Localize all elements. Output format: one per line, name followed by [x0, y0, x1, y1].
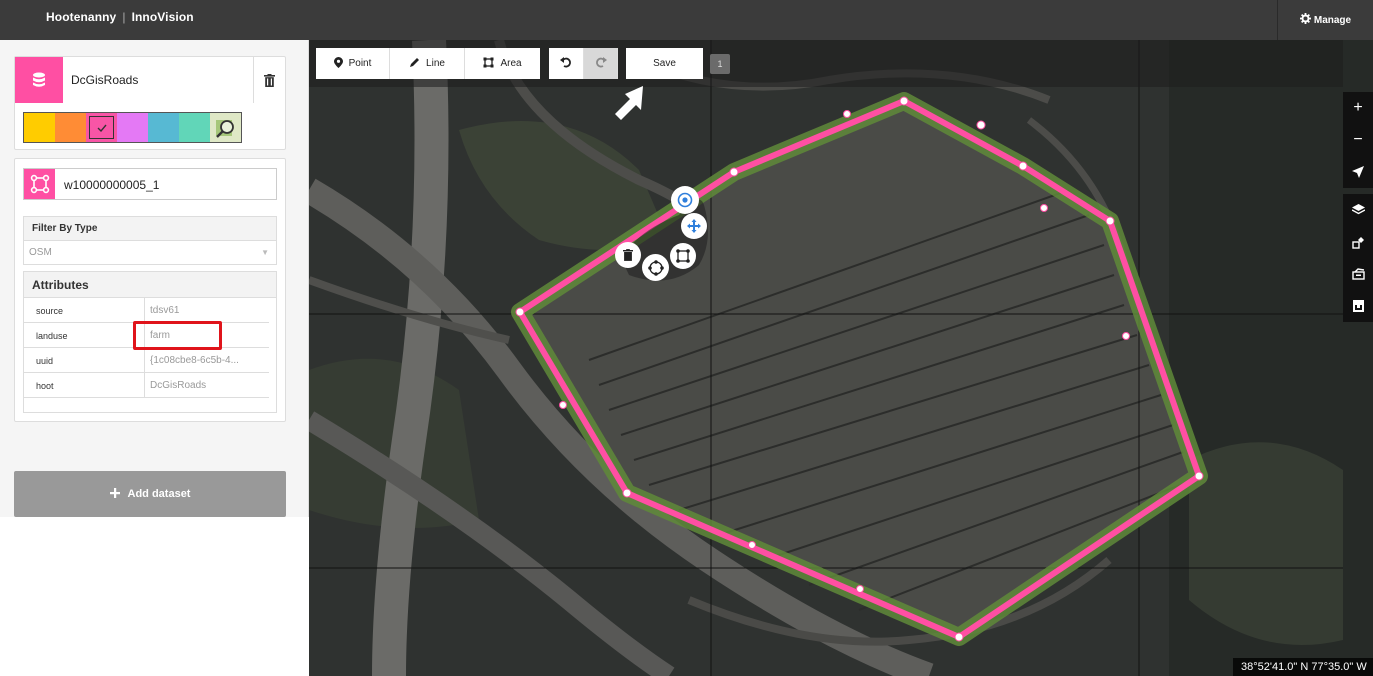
manage-label: Manage	[1313, 14, 1352, 26]
swatch-violet[interactable]	[117, 113, 148, 142]
attributes-header: Attributes	[24, 272, 276, 298]
add-dataset-label: Add dataset	[127, 488, 191, 500]
gear-icon	[1299, 13, 1311, 27]
arrow-annotation-icon	[615, 86, 643, 120]
attribute-value-input[interactable]: DcGisRoads	[146, 373, 269, 398]
line-label: Line	[426, 58, 445, 69]
delete-icon[interactable]	[615, 242, 641, 268]
filter-by-type-label: Filter By Type	[23, 216, 277, 241]
map-view[interactable]: Point Line Area Save 1 + − 38°52'41.0" N…	[309, 40, 1373, 676]
brand-name: Hootenanny	[46, 10, 117, 24]
attribute-row: hoot DcGisRoads	[24, 373, 269, 398]
swatch-blue[interactable]	[148, 113, 179, 142]
undo-icon	[560, 56, 572, 71]
layers-icon[interactable]	[1343, 194, 1373, 226]
swatch-teal[interactable]	[179, 113, 210, 142]
add-dataset-button[interactable]: Add dataset	[14, 471, 286, 517]
trash-icon[interactable]	[253, 57, 285, 103]
map-controls: + −	[1343, 92, 1373, 322]
square-icon[interactable]	[670, 243, 696, 269]
map-search-icon[interactable]	[210, 113, 241, 142]
redo-icon	[595, 56, 607, 71]
sidebar-footer	[0, 517, 309, 676]
coordinates-readout: 38°52'41.0" N 77°35.0" W	[1233, 658, 1373, 676]
undo-button[interactable]	[549, 48, 584, 79]
feature-id-field: w10000000005_1	[23, 168, 277, 200]
add-area-button[interactable]: Area	[465, 48, 540, 79]
zoom-in-button[interactable]: +	[1343, 92, 1373, 124]
manage-button[interactable]: Manage	[1277, 0, 1373, 40]
attribute-row: uuid {1c08cbe8-6c5b-4...	[24, 348, 269, 373]
feature-card: w10000000005_1 Filter By Type OSM ▼ Attr…	[14, 158, 286, 422]
help-icon[interactable]	[1343, 290, 1373, 322]
area-label: Area	[500, 58, 522, 69]
database-icon	[15, 57, 63, 103]
add-point-button[interactable]: Point	[316, 48, 390, 79]
plus-icon	[109, 487, 120, 501]
map-pin-icon	[333, 56, 343, 71]
area-icon	[483, 57, 494, 71]
save-button[interactable]: Save	[626, 48, 703, 79]
caret-down-icon: ▼	[261, 248, 269, 257]
locate-icon[interactable]	[1343, 156, 1373, 188]
attribute-key: uuid	[24, 348, 145, 373]
attribute-value-input[interactable]: tdsv61	[146, 298, 269, 323]
satellite-imagery	[309, 40, 1373, 676]
swatch-pink[interactable]	[86, 113, 117, 142]
swatch-yellow[interactable]	[24, 113, 55, 142]
attribute-value-input[interactable]: {1c08cbe8-6c5b-4...	[146, 348, 269, 373]
highlight-annotation	[133, 321, 222, 350]
checkmark-icon	[97, 119, 107, 137]
review-icon[interactable]	[1343, 258, 1373, 290]
zoom-out-button[interactable]: −	[1343, 124, 1373, 156]
attribute-key: landuse	[24, 323, 145, 348]
attribute-key: source	[24, 298, 145, 323]
target-icon[interactable]	[671, 186, 699, 214]
swatch-orange[interactable]	[55, 113, 86, 142]
filter-type-value: OSM	[29, 247, 52, 258]
dataset-card: DcGisRoads	[14, 56, 286, 150]
add-line-button[interactable]: Line	[390, 48, 465, 79]
color-palette	[23, 112, 242, 143]
point-label: Point	[348, 58, 372, 69]
brand-separator: |	[122, 10, 126, 24]
brand: Hootenanny | InnoVision	[46, 10, 194, 24]
pencil-icon	[409, 57, 420, 71]
circularize-icon[interactable]	[642, 254, 669, 281]
sidebar: DcGisRoads w10000000005_1 Filter By Type	[0, 40, 309, 517]
top-bar: Hootenanny | InnoVision Manage	[0, 0, 1373, 40]
attribute-row: source tdsv61	[24, 298, 269, 323]
move-icon[interactable]	[681, 213, 707, 239]
map-data-icon[interactable]	[1343, 226, 1373, 258]
filter-type-select[interactable]: OSM ▼	[23, 241, 277, 265]
feature-id: w10000000005_1	[64, 178, 160, 192]
area-feature-icon	[24, 169, 55, 199]
dataset-name: DcGisRoads	[71, 73, 139, 87]
redo-button[interactable]	[584, 48, 618, 79]
save-label: Save	[653, 58, 676, 69]
attribute-key: hoot	[24, 373, 145, 398]
edit-count-badge: 1	[710, 54, 730, 74]
brand-org: InnoVision	[131, 10, 194, 24]
